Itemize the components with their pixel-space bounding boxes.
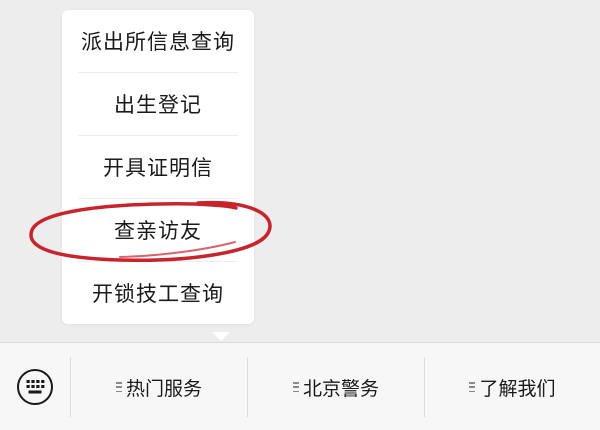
tab-label: 了解我们	[479, 377, 556, 400]
menu-item-label: 查亲访友	[114, 219, 202, 243]
popup-pointer-arrow	[212, 332, 230, 341]
menu-item-find-relatives[interactable]: 查亲访友	[62, 199, 254, 261]
menu-item-label: 开锁技工查询	[92, 282, 224, 306]
wechat-service-menu-screen: 派出所信息查询 出生登记 开具证明信 查亲访友 开锁技工查询 热门服务 北京警务…	[0, 0, 600, 430]
menu-lines-icon	[292, 382, 299, 392]
menu-item-label: 派出所信息查询	[81, 30, 235, 54]
menu-lines-icon	[469, 382, 476, 392]
menu-item-certificate-letter[interactable]: 开具证明信	[62, 136, 254, 198]
menu-item-label: 出生登记	[114, 93, 202, 117]
tab-label: 北京警务	[302, 377, 379, 400]
menu-item-birth-registration[interactable]: 出生登记	[62, 73, 254, 135]
menu-lines-icon	[115, 382, 122, 392]
tab-about-us[interactable]: 了解我们	[425, 343, 600, 430]
menu-item-police-station-query[interactable]: 派出所信息查询	[62, 10, 254, 72]
tab-hot-services[interactable]: 热门服务	[71, 343, 247, 430]
tab-beijing-police[interactable]: 北京警务	[248, 343, 424, 430]
tab-label: 热门服务	[125, 377, 202, 400]
bottom-menu-bar: 热门服务 北京警务 了解我们	[0, 342, 600, 430]
menu-item-label: 开具证明信	[103, 156, 213, 180]
keyboard-toggle-button[interactable]	[0, 343, 70, 430]
submenu-popup: 派出所信息查询 出生登记 开具证明信 查亲访友 开锁技工查询	[62, 10, 254, 341]
keyboard-icon	[17, 369, 53, 405]
menu-item-locksmith-query[interactable]: 开锁技工查询	[62, 262, 254, 324]
